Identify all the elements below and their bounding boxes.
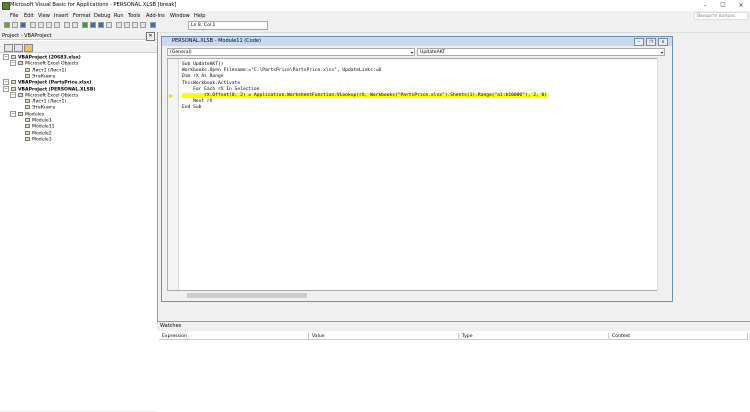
folder-icon	[18, 111, 23, 116]
procedure-combo-value: UpdateAKT	[420, 50, 446, 55]
expand-toggle-icon[interactable]: −	[3, 79, 9, 86]
copy-icon[interactable]	[38, 22, 44, 28]
properties-window-icon[interactable]	[124, 22, 130, 28]
scroll-thumb[interactable]	[187, 293, 307, 298]
view-object-icon[interactable]	[14, 44, 23, 52]
module-icon	[25, 118, 30, 122]
code-window-title: PERSONAL.XLSB - Module11 (Code)	[162, 37, 672, 46]
module-icon	[25, 130, 30, 135]
expand-toggle-icon[interactable]: −	[10, 91, 16, 98]
expand-toggle-icon[interactable]: −	[10, 60, 16, 67]
tree-node-label: Module3	[32, 137, 52, 143]
break-icon[interactable]	[90, 22, 96, 28]
watch-column-value[interactable]: Value	[309, 333, 459, 340]
menu-debug[interactable]: Debug	[94, 13, 110, 19]
minimize-button[interactable]: –	[696, 0, 714, 11]
horizontal-scrollbar[interactable]	[167, 292, 665, 299]
execution-point-arrow-icon	[169, 93, 174, 98]
sheet-icon	[25, 99, 30, 104]
code-line-text: Dim rX As Range	[182, 74, 224, 80]
code-editor[interactable]: Sub UpdateAKT() Workbooks.Open Filename:=…	[167, 58, 665, 291]
menu-window[interactable]: Window	[170, 13, 190, 19]
project-icon	[11, 55, 16, 59]
close-button[interactable]: ✕	[732, 0, 750, 11]
menu-insert[interactable]: Insert	[54, 13, 68, 19]
toolbox-icon[interactable]	[140, 22, 146, 28]
project-icon	[11, 86, 16, 91]
window-title: Microsoft Visual Basic for Applications …	[10, 2, 177, 8]
code-line-text: End Sub	[182, 105, 202, 111]
code-restore-button[interactable]: ❐	[646, 38, 656, 46]
code-line-text: ThisWorkbook.Activate	[182, 80, 241, 86]
code-window: PERSONAL.XLSB - Module11 (Code) – ❐ ✕ (G…	[161, 36, 673, 302]
insert-module-icon[interactable]	[12, 22, 18, 28]
code-close-button[interactable]: ✕	[658, 38, 668, 46]
project-explorer-title: Project - VBAProject	[0, 32, 157, 40]
object-browser-icon[interactable]	[132, 22, 138, 28]
help-icon[interactable]	[150, 22, 156, 28]
toggle-folders-icon[interactable]	[24, 44, 33, 52]
code-line: End Sub	[182, 105, 201, 111]
code-line-text: Sub UpdateAKT()	[182, 62, 224, 67]
folder-icon	[18, 61, 23, 66]
watches-pane: Watches Expression Value Type Context	[157, 321, 750, 412]
expand-toggle-icon[interactable]: −	[3, 54, 9, 60]
menu-view[interactable]: View	[38, 13, 50, 19]
watch-column-type[interactable]: Type	[459, 333, 609, 340]
code-minimize-button[interactable]: –	[634, 38, 644, 46]
watches-title: Watches	[157, 322, 750, 331]
procedure-combo[interactable]: UpdateAKT ▾	[417, 48, 665, 56]
workbook-icon	[25, 105, 30, 110]
vertical-scrollbar[interactable]	[657, 58, 666, 291]
code-line-text: rX.Offset(0, 2) = Application.WorksheetF…	[182, 93, 548, 98]
menu-edit[interactable]: Edit	[24, 13, 34, 19]
reset-icon[interactable]	[98, 22, 104, 28]
menu-bar	[0, 11, 750, 20]
menu-run[interactable]: Run	[114, 13, 124, 19]
code-line-text: Workbooks.Open Filename:="C:\PartsPrice\…	[182, 68, 382, 74]
save-icon[interactable]	[20, 22, 26, 28]
menu-format[interactable]: Format	[73, 13, 91, 19]
project-explorer-pane: Project - VBAProject ✕ − VBAProject (2068…	[0, 32, 158, 411]
object-combo-value: (General)	[170, 50, 192, 55]
cut-icon[interactable]	[30, 22, 36, 28]
chevron-down-icon: ▾	[660, 50, 663, 55]
module-icon	[25, 136, 30, 141]
menu-addins[interactable]: Add-Ins	[146, 13, 165, 19]
module-icon	[25, 124, 30, 129]
folder-icon	[18, 92, 23, 97]
code-line-text: Next rX	[182, 99, 213, 105]
maximize-button[interactable]: ☐	[714, 0, 732, 11]
redo-icon[interactable]	[72, 22, 78, 28]
find-icon[interactable]	[54, 22, 60, 28]
tree-node[interactable]: Module3	[17, 136, 52, 143]
run-icon[interactable]	[82, 22, 88, 28]
menu-tools[interactable]: Tools	[128, 13, 140, 19]
project-explorer-icon[interactable]	[116, 22, 122, 28]
chevron-down-icon: ▾	[410, 50, 413, 55]
code-line-text: For Each rX In Selection	[182, 86, 260, 92]
object-combo[interactable]: (General) ▾	[167, 48, 415, 56]
vba-app-icon	[2, 2, 10, 10]
view-code-icon[interactable]	[4, 44, 13, 52]
paste-icon[interactable]	[46, 22, 52, 28]
watch-column-context[interactable]: Context	[609, 333, 748, 340]
sheet-icon	[25, 67, 30, 72]
project-icon	[11, 80, 16, 85]
code-line: rX.Offset(0, 2) = Application.WorksheetF…	[182, 93, 548, 99]
menu-help[interactable]: Help	[194, 13, 205, 19]
design-mode-icon[interactable]	[106, 22, 112, 28]
project-explorer-close-icon[interactable]: ✕	[146, 32, 155, 41]
undo-icon[interactable]	[64, 22, 70, 28]
watch-column-expression[interactable]: Expression	[159, 333, 309, 340]
view-excel-icon[interactable]	[4, 22, 10, 28]
expand-toggle-icon[interactable]: −	[10, 110, 16, 117]
workbook-icon	[25, 73, 30, 78]
cursor-position: Ln 8, Col 1	[188, 21, 268, 30]
ask-question-input[interactable]: Введите вопрос	[694, 12, 748, 20]
expand-toggle-icon[interactable]: −	[3, 85, 9, 92]
menu-file[interactable]: File	[10, 13, 18, 19]
